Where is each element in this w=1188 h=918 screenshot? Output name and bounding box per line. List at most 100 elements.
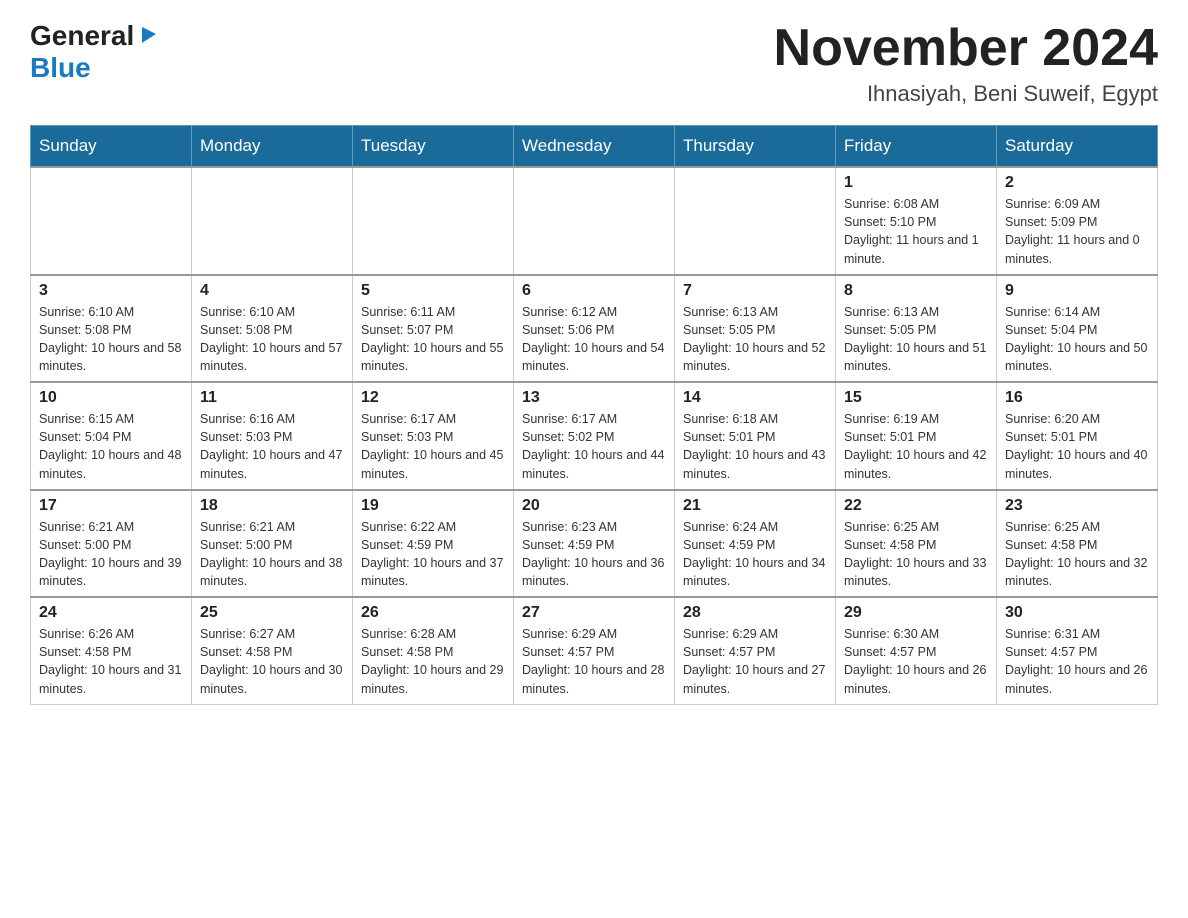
day-number: 29 <box>844 604 988 622</box>
day-number: 24 <box>39 604 183 622</box>
calendar-day: 22 Sunrise: 6:25 AMSunset: 4:58 PMDayligh… <box>836 490 997 598</box>
day-info: Sunrise: 6:26 AMSunset: 4:58 PMDaylight:… <box>39 625 183 698</box>
calendar-day: 21Sunrise: 6:24 AMSunset: 4:59 PMDayligh… <box>675 490 836 598</box>
day-info: Sunrise: 6:15 AMSunset: 5:04 PMDaylight:… <box>39 410 183 483</box>
logo-general-text: General <box>30 20 134 52</box>
header-monday: Monday <box>192 126 353 168</box>
calendar-table: Sunday Monday Tuesday Wednesday Thursday… <box>30 125 1158 705</box>
calendar-day: 27 Sunrise: 6:29 AMSunset: 4:57 PMDayligh… <box>514 597 675 704</box>
calendar-day: 6 Sunrise: 6:12 AMSunset: 5:06 PMDaylight… <box>514 275 675 383</box>
calendar-day: 30Sunrise: 6:31 AMSunset: 4:57 PMDayligh… <box>997 597 1158 704</box>
calendar-day: 15 Sunrise: 6:19 AMSunset: 5:01 PMDayligh… <box>836 382 997 490</box>
day-info: Sunrise: 6:22 AMSunset: 4:59 PMDaylight:… <box>361 518 505 591</box>
day-number: 28 <box>683 604 827 622</box>
day-info: Sunrise: 6:24 AMSunset: 4:59 PMDaylight:… <box>683 518 827 591</box>
day-info: Sunrise: 6:20 AMSunset: 5:01 PMDaylight:… <box>1005 410 1149 483</box>
day-number: 14 <box>683 389 827 407</box>
header-sunday: Sunday <box>31 126 192 168</box>
day-number: 15 <box>844 389 988 407</box>
day-info: Sunrise: 6:09 AMSunset: 5:09 PMDaylight:… <box>1005 195 1149 268</box>
calendar-day <box>514 167 675 275</box>
calendar-day <box>353 167 514 275</box>
day-number: 18 <box>200 497 344 515</box>
calendar-day: 1 Sunrise: 6:08 AMSunset: 5:10 PMDaylight… <box>836 167 997 275</box>
page-subtitle: Ihnasiyah, Beni Suweif, Egypt <box>774 81 1158 107</box>
day-info: Sunrise: 6:25 AMSunset: 4:58 PMDaylight:… <box>1005 518 1149 591</box>
day-info: Sunrise: 6:28 AMSunset: 4:58 PMDaylight:… <box>361 625 505 698</box>
day-info: Sunrise: 6:31 AMSunset: 4:57 PMDaylight:… <box>1005 625 1149 698</box>
calendar-header-row: Sunday Monday Tuesday Wednesday Thursday… <box>31 126 1158 168</box>
day-info: Sunrise: 6:30 AMSunset: 4:57 PMDaylight:… <box>844 625 988 698</box>
page-header: General Blue November 2024 Ihnasiyah, Be… <box>30 20 1158 107</box>
calendar-day: 29 Sunrise: 6:30 AMSunset: 4:57 PMDayligh… <box>836 597 997 704</box>
logo-blue-text: Blue <box>30 52 91 84</box>
calendar-week-2: 3 Sunrise: 6:10 AMSunset: 5:08 PMDaylight… <box>31 275 1158 383</box>
day-info: Sunrise: 6:29 AMSunset: 4:57 PMDaylight:… <box>683 625 827 698</box>
day-info: Sunrise: 6:21 AMSunset: 5:00 PMDaylight:… <box>200 518 344 591</box>
day-number: 6 <box>522 282 666 300</box>
day-number: 1 <box>844 174 988 192</box>
day-info: Sunrise: 6:10 AMSunset: 5:08 PMDaylight:… <box>39 303 183 376</box>
day-number: 12 <box>361 389 505 407</box>
calendar-day: 25 Sunrise: 6:27 AMSunset: 4:58 PMDayligh… <box>192 597 353 704</box>
day-info: Sunrise: 6:25 AMSunset: 4:58 PMDaylight:… <box>844 518 988 591</box>
calendar-day: 7 Sunrise: 6:13 AMSunset: 5:05 PMDaylight… <box>675 275 836 383</box>
calendar-day: 19Sunrise: 6:22 AMSunset: 4:59 PMDayligh… <box>353 490 514 598</box>
day-number: 13 <box>522 389 666 407</box>
page-title: November 2024 <box>774 20 1158 77</box>
day-info: Sunrise: 6:13 AMSunset: 5:05 PMDaylight:… <box>683 303 827 376</box>
day-number: 5 <box>361 282 505 300</box>
calendar-day: 26 Sunrise: 6:28 AMSunset: 4:58 PMDayligh… <box>353 597 514 704</box>
day-info: Sunrise: 6:17 AMSunset: 5:03 PMDaylight:… <box>361 410 505 483</box>
day-number: 16 <box>1005 389 1149 407</box>
day-number: 8 <box>844 282 988 300</box>
day-info: Sunrise: 6:13 AMSunset: 5:05 PMDaylight:… <box>844 303 988 376</box>
calendar-day: 11 Sunrise: 6:16 AMSunset: 5:03 PMDayligh… <box>192 382 353 490</box>
calendar-day: 28 Sunrise: 6:29 AMSunset: 4:57 PMDayligh… <box>675 597 836 704</box>
calendar-day: 10 Sunrise: 6:15 AMSunset: 5:04 PMDayligh… <box>31 382 192 490</box>
day-number: 25 <box>200 604 344 622</box>
calendar-day: 14 Sunrise: 6:18 AMSunset: 5:01 PMDayligh… <box>675 382 836 490</box>
day-info: Sunrise: 6:10 AMSunset: 5:08 PMDaylight:… <box>200 303 344 376</box>
day-number: 27 <box>522 604 666 622</box>
calendar-day <box>31 167 192 275</box>
calendar-day: 3 Sunrise: 6:10 AMSunset: 5:08 PMDaylight… <box>31 275 192 383</box>
day-number: 26 <box>361 604 505 622</box>
calendar-day: 17Sunrise: 6:21 AMSunset: 5:00 PMDayligh… <box>31 490 192 598</box>
calendar-day: 2Sunrise: 6:09 AMSunset: 5:09 PMDaylight… <box>997 167 1158 275</box>
day-number: 22 <box>844 497 988 515</box>
day-info: Sunrise: 6:12 AMSunset: 5:06 PMDaylight:… <box>522 303 666 376</box>
title-section: November 2024 Ihnasiyah, Beni Suweif, Eg… <box>774 20 1158 107</box>
day-number: 10 <box>39 389 183 407</box>
day-info: Sunrise: 6:29 AMSunset: 4:57 PMDaylight:… <box>522 625 666 698</box>
calendar-day: 12 Sunrise: 6:17 AMSunset: 5:03 PMDayligh… <box>353 382 514 490</box>
header-tuesday: Tuesday <box>353 126 514 168</box>
calendar-day: 4 Sunrise: 6:10 AMSunset: 5:08 PMDaylight… <box>192 275 353 383</box>
day-number: 3 <box>39 282 183 300</box>
day-number: 4 <box>200 282 344 300</box>
day-info: Sunrise: 6:17 AMSunset: 5:02 PMDaylight:… <box>522 410 666 483</box>
day-info: Sunrise: 6:16 AMSunset: 5:03 PMDaylight:… <box>200 410 344 483</box>
calendar-day: 20Sunrise: 6:23 AMSunset: 4:59 PMDayligh… <box>514 490 675 598</box>
calendar-day: 24 Sunrise: 6:26 AMSunset: 4:58 PMDayligh… <box>31 597 192 704</box>
day-info: Sunrise: 6:18 AMSunset: 5:01 PMDaylight:… <box>683 410 827 483</box>
day-number: 7 <box>683 282 827 300</box>
day-info: Sunrise: 6:21 AMSunset: 5:00 PMDaylight:… <box>39 518 183 591</box>
header-thursday: Thursday <box>675 126 836 168</box>
calendar-day: 23Sunrise: 6:25 AMSunset: 4:58 PMDayligh… <box>997 490 1158 598</box>
day-info: Sunrise: 6:08 AMSunset: 5:10 PMDaylight:… <box>844 195 988 268</box>
calendar-week-3: 10 Sunrise: 6:15 AMSunset: 5:04 PMDayligh… <box>31 382 1158 490</box>
calendar-day: 13 Sunrise: 6:17 AMSunset: 5:02 PMDayligh… <box>514 382 675 490</box>
day-number: 20 <box>522 497 666 515</box>
day-info: Sunrise: 6:27 AMSunset: 4:58 PMDaylight:… <box>200 625 344 698</box>
calendar-week-4: 17Sunrise: 6:21 AMSunset: 5:00 PMDayligh… <box>31 490 1158 598</box>
calendar-week-1: 1 Sunrise: 6:08 AMSunset: 5:10 PMDaylight… <box>31 167 1158 275</box>
logo: General Blue <box>30 20 158 84</box>
calendar-week-5: 24 Sunrise: 6:26 AMSunset: 4:58 PMDayligh… <box>31 597 1158 704</box>
header-wednesday: Wednesday <box>514 126 675 168</box>
calendar-day: 5 Sunrise: 6:11 AMSunset: 5:07 PMDaylight… <box>353 275 514 383</box>
day-info: Sunrise: 6:19 AMSunset: 5:01 PMDaylight:… <box>844 410 988 483</box>
calendar-day: 9Sunrise: 6:14 AMSunset: 5:04 PMDaylight… <box>997 275 1158 383</box>
day-info: Sunrise: 6:11 AMSunset: 5:07 PMDaylight:… <box>361 303 505 376</box>
day-number: 11 <box>200 389 344 407</box>
